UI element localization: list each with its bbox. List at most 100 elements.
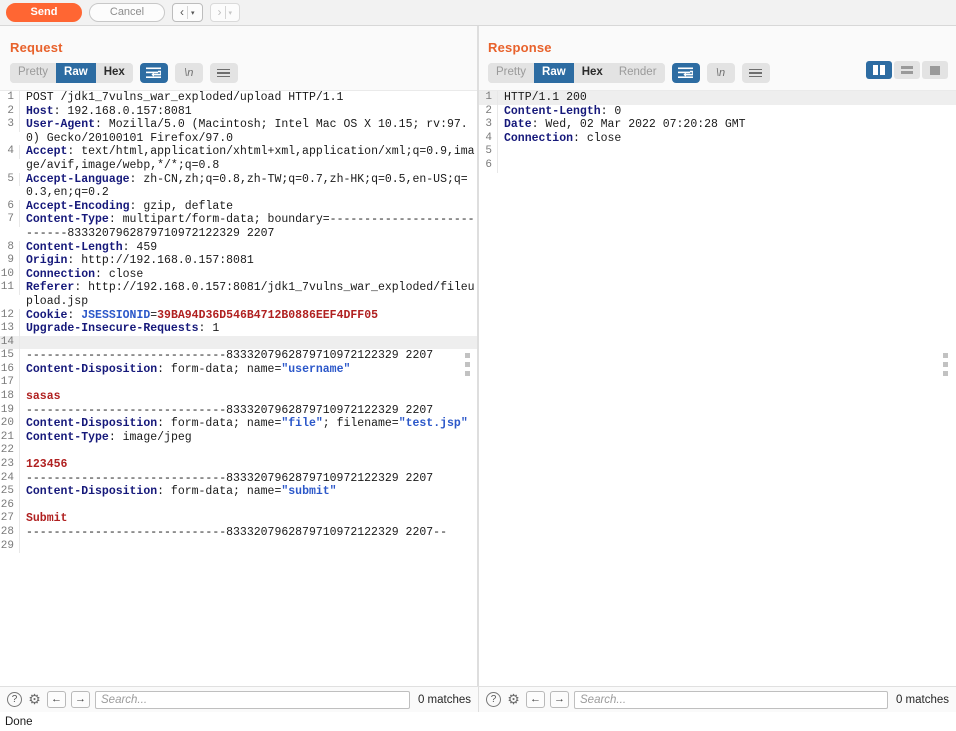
code-line: 4 Accept: text/html,application/xhtml+xml… xyxy=(0,145,478,172)
line-text[interactable]: Accept-Language: zh-CN,zh;q=0.8,zh-TW;q=… xyxy=(20,173,478,200)
forward-button[interactable]: › ▾ xyxy=(209,3,241,22)
response-search-prev-button[interactable]: ← xyxy=(526,691,545,708)
line-text[interactable]: Host: 192.168.0.157:8081 xyxy=(20,105,478,119)
gear-icon[interactable]: ⚙ xyxy=(506,692,521,707)
code-line: 3 User-Agent: Mozilla/5.0 (Macintosh; Int… xyxy=(0,118,478,145)
line-text[interactable]: Origin: http://192.168.0.157:8081 xyxy=(20,254,478,268)
line-text[interactable]: 123456 xyxy=(20,458,478,472)
line-number: 5 xyxy=(0,172,20,187)
line-text[interactable]: Content-Disposition: form-data; name="su… xyxy=(20,485,478,499)
line-text[interactable]: User-Agent: Mozilla/5.0 (Macintosh; Inte… xyxy=(20,118,478,145)
help-icon[interactable]: ? xyxy=(7,692,22,707)
line-text[interactable]: Content-Length: 459 xyxy=(20,241,478,255)
view-mode-split-button[interactable] xyxy=(866,61,892,79)
back-button[interactable]: ‹ ▾ xyxy=(172,3,203,22)
token: : form-data; name= xyxy=(157,362,282,376)
line-number: 17 xyxy=(0,376,20,391)
rows-view-icon xyxy=(901,66,913,74)
line-text[interactable]: -----------------------------83332079628… xyxy=(20,404,478,418)
tab-request-hex[interactable]: Hex xyxy=(95,63,133,83)
line-text[interactable]: Upgrade-Insecure-Requests: 1 xyxy=(20,322,478,336)
chevron-down-icon[interactable]: ▾ xyxy=(226,9,236,17)
cancel-button[interactable]: Cancel xyxy=(89,3,165,22)
request-newline-button[interactable]: \n xyxy=(174,63,203,83)
line-number: 27 xyxy=(0,512,20,526)
token: : form-data; name= xyxy=(157,417,282,431)
line-text[interactable]: sasas xyxy=(20,390,478,404)
response-resize-grip[interactable] xyxy=(943,353,950,376)
request-resize-grip[interactable] xyxy=(465,353,472,376)
line-text[interactable]: Accept-Encoding: gzip, deflate xyxy=(20,200,478,214)
line-text[interactable] xyxy=(20,336,478,350)
line-text[interactable] xyxy=(498,145,956,159)
line-text[interactable]: Content-Length: 0 xyxy=(498,105,956,119)
code-line: 5 Accept-Language: zh-CN,zh;q=0.8,zh-TW;q… xyxy=(0,172,478,200)
code-line: 1 POST /jdk1_7vulns_war_exploded/upload H… xyxy=(0,91,478,105)
line-number: 25 xyxy=(0,485,20,499)
line-text[interactable]: Content-Type: image/jpeg xyxy=(20,431,478,445)
line-text[interactable]: POST /jdk1_7vulns_war_exploded/upload HT… xyxy=(20,91,478,105)
line-number: 8 xyxy=(0,240,20,255)
line-text[interactable] xyxy=(20,376,478,390)
line-text[interactable]: Connection: close xyxy=(498,132,956,146)
line-text[interactable]: Accept: text/html,application/xhtml+xml,… xyxy=(20,145,478,172)
response-search-input[interactable] xyxy=(574,690,888,709)
request-word-wrap-button[interactable] xyxy=(139,63,168,83)
line-text[interactable]: Referer: http://192.168.0.157:8081/jdk1_… xyxy=(20,281,478,308)
line-text[interactable]: -----------------------------83332079628… xyxy=(20,349,478,363)
token: : 0 xyxy=(600,104,622,118)
help-icon[interactable]: ? xyxy=(486,692,501,707)
response-word-wrap-button[interactable] xyxy=(671,63,700,83)
line-number: 10 xyxy=(0,267,20,282)
code-line: 28 -----------------------------833320796… xyxy=(0,526,478,540)
line-text[interactable]: Content-Type: multipart/form-data; bound… xyxy=(20,213,478,240)
line-text[interactable]: HTTP/1.1 200 xyxy=(498,91,956,105)
response-code[interactable]: 1 HTTP/1.1 200 2 Content-Length: 0 3 Date: We… xyxy=(478,91,956,686)
line-text[interactable]: Content-Disposition: form-data; name="fi… xyxy=(20,417,478,431)
response-search-next-button[interactable]: → xyxy=(550,691,569,708)
code-line: 6 xyxy=(478,158,956,173)
token: Cookie xyxy=(26,308,68,322)
view-mode-single-button[interactable] xyxy=(922,61,948,79)
line-text[interactable] xyxy=(20,540,478,554)
chevron-down-icon[interactable]: ▾ xyxy=(188,9,198,17)
gear-icon[interactable]: ⚙ xyxy=(27,692,42,707)
view-mode-rows-button[interactable] xyxy=(894,61,920,79)
token: Content-Length xyxy=(504,104,601,118)
token: "submit" xyxy=(281,485,337,499)
line-text[interactable] xyxy=(20,444,478,458)
response-newline-button[interactable]: \n xyxy=(706,63,735,83)
line-text[interactable]: Submit xyxy=(20,512,478,526)
tab-request-raw[interactable]: Raw xyxy=(56,63,96,83)
code-line: 29 xyxy=(0,539,478,554)
line-text[interactable]: Cookie: JSESSIONID=39BA94D36D546B4712B08… xyxy=(20,309,478,323)
request-search-next-button[interactable]: → xyxy=(71,691,90,708)
line-text[interactable] xyxy=(498,159,956,173)
line-number: 14 xyxy=(0,335,20,350)
line-number: 15 xyxy=(0,349,20,363)
line-text[interactable] xyxy=(20,499,478,513)
line-text[interactable]: Date: Wed, 02 Mar 2022 07:20:28 GMT xyxy=(498,118,956,132)
response-menu-button[interactable] xyxy=(741,63,770,83)
tab-response-render[interactable]: Render xyxy=(610,63,665,83)
line-text[interactable]: -----------------------------83332079628… xyxy=(20,526,478,540)
panel-divider[interactable] xyxy=(477,26,479,686)
line-number: 1 xyxy=(478,91,498,105)
token: Referer xyxy=(26,281,75,295)
tab-response-pretty[interactable]: Pretty xyxy=(488,63,535,83)
line-text[interactable]: -----------------------------83332079628… xyxy=(20,472,478,486)
request-code[interactable]: 1 POST /jdk1_7vulns_war_exploded/upload H… xyxy=(0,91,478,686)
tab-request-pretty[interactable]: Pretty xyxy=(10,63,57,83)
token: Upgrade-Insecure-Requests xyxy=(26,322,199,336)
request-search-input[interactable] xyxy=(95,690,410,709)
token: Content-Type xyxy=(26,213,109,227)
line-text[interactable]: Connection: close xyxy=(20,268,478,282)
tab-response-raw[interactable]: Raw xyxy=(534,63,574,83)
request-editor[interactable]: 1 POST /jdk1_7vulns_war_exploded/upload H… xyxy=(0,90,478,686)
request-search-prev-button[interactable]: ← xyxy=(47,691,66,708)
line-text[interactable]: Content-Disposition: form-data; name="us… xyxy=(20,363,478,377)
send-button[interactable]: Send xyxy=(6,3,82,22)
response-editor[interactable]: 1 HTTP/1.1 200 2 Content-Length: 0 3 Date: We… xyxy=(478,90,956,686)
tab-response-hex[interactable]: Hex xyxy=(573,63,611,83)
request-menu-button[interactable] xyxy=(209,63,238,83)
